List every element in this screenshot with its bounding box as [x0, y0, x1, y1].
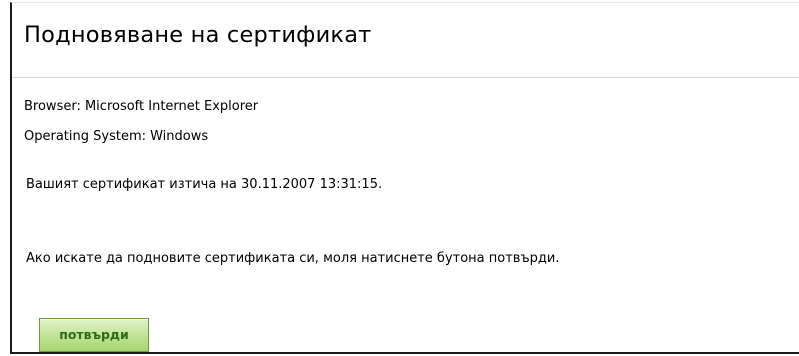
operating-system-info: Operating System: Windows: [24, 129, 209, 144]
confirm-button[interactable]: потвърди: [39, 318, 149, 352]
renewal-instruction: Ако искате да подновите сертификата си, …: [26, 251, 560, 266]
page-header: Подновяване на сертификат: [12, 3, 799, 78]
browser-info: Browser: Microsoft Internet Explorer: [24, 99, 259, 114]
content-panel: Подновяване на сертификат Browser: Micro…: [10, 2, 799, 354]
certificate-expiry-message: Вашият сертификат изтича на 30.11.2007 1…: [26, 177, 383, 192]
page-title: Подновяване на сертификат: [24, 22, 372, 48]
certificate-renewal-page: Подновяване на сертификат Browser: Micro…: [0, 0, 799, 356]
